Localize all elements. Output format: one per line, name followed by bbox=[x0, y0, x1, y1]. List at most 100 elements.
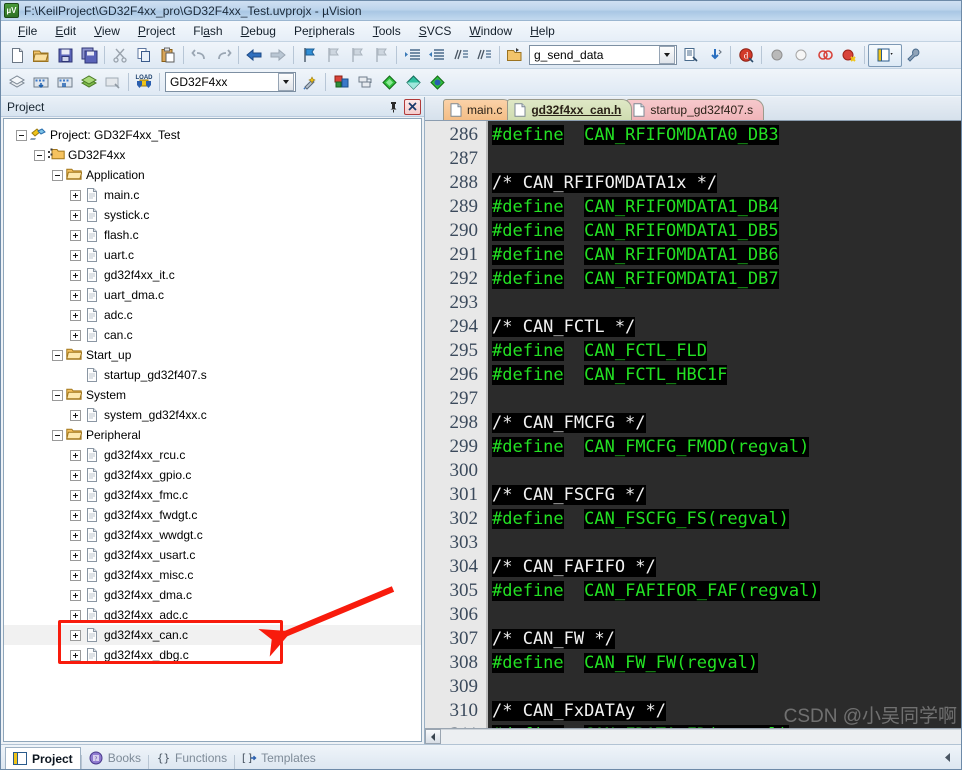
code-line[interactable]: /* CAN_FxDATAy */ bbox=[492, 699, 961, 723]
expand-icon[interactable] bbox=[70, 449, 81, 461]
code-line[interactable] bbox=[492, 387, 961, 411]
find-in-files-icon[interactable] bbox=[703, 44, 727, 67]
tree-item-application[interactable]: Application bbox=[4, 165, 421, 185]
menu-project[interactable]: Project bbox=[129, 23, 184, 39]
expand-icon[interactable] bbox=[70, 269, 81, 281]
manage-runtime-icon[interactable] bbox=[425, 71, 449, 94]
code-line[interactable]: #define CAN_FMCFG_FMOD(regval) bbox=[492, 435, 961, 459]
tree-item-project-gd32f4xx-test[interactable]: Project: GD32F4xx_Test bbox=[4, 125, 421, 145]
expand-icon[interactable] bbox=[70, 609, 81, 621]
code-line[interactable]: #define CAN_RFIFOMDATA1_DB6 bbox=[492, 243, 961, 267]
tree-item-gd32f4xx[interactable]: GD32F4xx bbox=[4, 145, 421, 165]
batch-build-icon[interactable] bbox=[53, 71, 77, 94]
bookmark-prev-icon[interactable] bbox=[321, 44, 345, 67]
indent-icon[interactable] bbox=[400, 44, 424, 67]
new-file-icon[interactable] bbox=[5, 44, 29, 67]
debug-start-icon[interactable]: d bbox=[734, 44, 758, 67]
build-icon[interactable] bbox=[5, 71, 29, 94]
code-line[interactable]: #define CAN_RFIFOMDATA1_DB5 bbox=[492, 219, 961, 243]
kill-breakpoints-icon[interactable] bbox=[837, 44, 861, 67]
code-line[interactable]: /* CAN_FCTL */ bbox=[492, 315, 961, 339]
target-options-icon[interactable] bbox=[298, 71, 322, 94]
status-tab-project[interactable]: Project bbox=[5, 746, 81, 769]
expand-icon[interactable] bbox=[70, 629, 81, 641]
status-tab-templates[interactable]: [] Templates bbox=[235, 747, 323, 770]
bookmark-clear-icon[interactable] bbox=[369, 44, 393, 67]
collapse-icon[interactable] bbox=[52, 349, 63, 361]
menu-edit[interactable]: Edit bbox=[46, 23, 85, 39]
code-line[interactable]: #define CAN_RFIFOMDATA1_DB4 bbox=[492, 195, 961, 219]
pack-installer-icon[interactable] bbox=[401, 71, 425, 94]
tree-item-startup-gd32f407-s[interactable]: startup_gd32f407.s bbox=[4, 365, 421, 385]
tree-item-gd32f4xx-fmc-c[interactable]: gd32f4xx_fmc.c bbox=[4, 485, 421, 505]
editor-tab-gd32f4xx-can-h[interactable]: gd32f4xx_can.h bbox=[507, 99, 633, 120]
load-icon[interactable]: LOAD bbox=[132, 71, 156, 94]
undo-icon[interactable] bbox=[187, 44, 211, 67]
code-line[interactable]: #define CAN_RFIFOMDATA1_DB7 bbox=[492, 267, 961, 291]
menu-help[interactable]: Help bbox=[521, 23, 564, 39]
code-line[interactable]: /* CAN_FW */ bbox=[492, 627, 961, 651]
code-line[interactable]: #define CAN_FCTL_HBC1F bbox=[492, 363, 961, 387]
close-icon[interactable] bbox=[404, 98, 421, 115]
tree-item-gd32f4xx-usart-c[interactable]: gd32f4xx_usart.c bbox=[4, 545, 421, 565]
source-code[interactable]: #define CAN_RFIFOMDATA0_DB3 /* CAN_RFIFO… bbox=[488, 121, 961, 728]
uncomment-icon[interactable] bbox=[472, 44, 496, 67]
expand-icon[interactable] bbox=[70, 649, 81, 661]
tree-item-start-up[interactable]: Start_up bbox=[4, 345, 421, 365]
expand-icon[interactable] bbox=[70, 549, 81, 561]
tree-item-gd32f4xx-misc-c[interactable]: gd32f4xx_misc.c bbox=[4, 565, 421, 585]
tree-item-system[interactable]: System bbox=[4, 385, 421, 405]
tree-item-gd32f4xx-gpio-c[interactable]: gd32f4xx_gpio.c bbox=[4, 465, 421, 485]
expand-icon[interactable] bbox=[70, 489, 81, 501]
tree-item-gd32f4xx-wwdgt-c[interactable]: gd32f4xx_wwdgt.c bbox=[4, 525, 421, 545]
multi-project-icon[interactable] bbox=[353, 71, 377, 94]
menu-window[interactable]: Window bbox=[460, 23, 521, 39]
chevron-down-icon[interactable] bbox=[278, 73, 294, 91]
editor-tab-startup-gd32f407-s[interactable]: startup_gd32f407.s bbox=[626, 99, 765, 120]
expand-icon[interactable] bbox=[70, 249, 81, 261]
tree-item-gd32f4xx-fwdgt-c[interactable]: gd32f4xx_fwdgt.c bbox=[4, 505, 421, 525]
scrollbar-track[interactable] bbox=[441, 729, 961, 744]
tree-item-gd32f4xx-dma-c[interactable]: gd32f4xx_dma.c bbox=[4, 585, 421, 605]
code-line[interactable] bbox=[492, 291, 961, 315]
code-line[interactable] bbox=[492, 603, 961, 627]
outdent-icon[interactable] bbox=[424, 44, 448, 67]
redo-icon[interactable] bbox=[211, 44, 235, 67]
project-window-icon[interactable] bbox=[868, 43, 902, 67]
tree-item-uart-dma-c[interactable]: uart_dma.c bbox=[4, 285, 421, 305]
code-line[interactable]: #define CAN_FAFIFOR_FAF(regval) bbox=[492, 579, 961, 603]
tree-item-gd32f4xx-rcu-c[interactable]: gd32f4xx_rcu.c bbox=[4, 445, 421, 465]
tree-item-uart-c[interactable]: uart.c bbox=[4, 245, 421, 265]
expand-icon[interactable] bbox=[70, 209, 81, 221]
expand-icon[interactable] bbox=[70, 569, 81, 581]
code-line[interactable]: /* CAN_RFIFOMDATA1x */ bbox=[492, 171, 961, 195]
expand-icon[interactable] bbox=[70, 589, 81, 601]
stop-build-icon[interactable] bbox=[101, 71, 125, 94]
code-line[interactable] bbox=[492, 531, 961, 555]
open-file-icon[interactable] bbox=[29, 44, 53, 67]
insert-file-icon[interactable] bbox=[679, 44, 703, 67]
code-line[interactable]: /* CAN_FMCFG */ bbox=[492, 411, 961, 435]
menu-view[interactable]: View bbox=[85, 23, 129, 39]
chevron-down-icon[interactable] bbox=[659, 46, 675, 64]
open-project-icon[interactable] bbox=[503, 44, 527, 67]
expand-icon[interactable] bbox=[70, 189, 81, 201]
expand-icon[interactable] bbox=[70, 529, 81, 541]
find-in-files-combo[interactable]: g_send_data bbox=[529, 45, 677, 65]
expand-icon[interactable] bbox=[70, 469, 81, 481]
configuration-wizard-icon[interactable] bbox=[902, 44, 926, 67]
breakpoint-gray-icon[interactable] bbox=[765, 44, 789, 67]
tree-item-gd32f4xx-dbg-c[interactable]: gd32f4xx_dbg.c bbox=[4, 645, 421, 665]
code-line[interactable] bbox=[492, 459, 961, 483]
navigate-back-icon[interactable] bbox=[242, 44, 266, 67]
menu-svcs[interactable]: SVCS bbox=[410, 23, 461, 39]
code-line[interactable]: /* CAN_FAFIFO */ bbox=[492, 555, 961, 579]
collapse-icon[interactable] bbox=[52, 169, 63, 181]
tree-item-gd32f4xx-can-c[interactable]: gd32f4xx_can.c bbox=[4, 625, 421, 645]
code-line[interactable] bbox=[492, 147, 961, 171]
code-line[interactable] bbox=[492, 675, 961, 699]
bookmark-next-icon[interactable] bbox=[345, 44, 369, 67]
code-line[interactable]: #define CAN_RFIFOMDATA0_DB3 bbox=[492, 123, 961, 147]
tree-item-gd32f4xx-it-c[interactable]: gd32f4xx_it.c bbox=[4, 265, 421, 285]
books-icon[interactable] bbox=[377, 71, 401, 94]
